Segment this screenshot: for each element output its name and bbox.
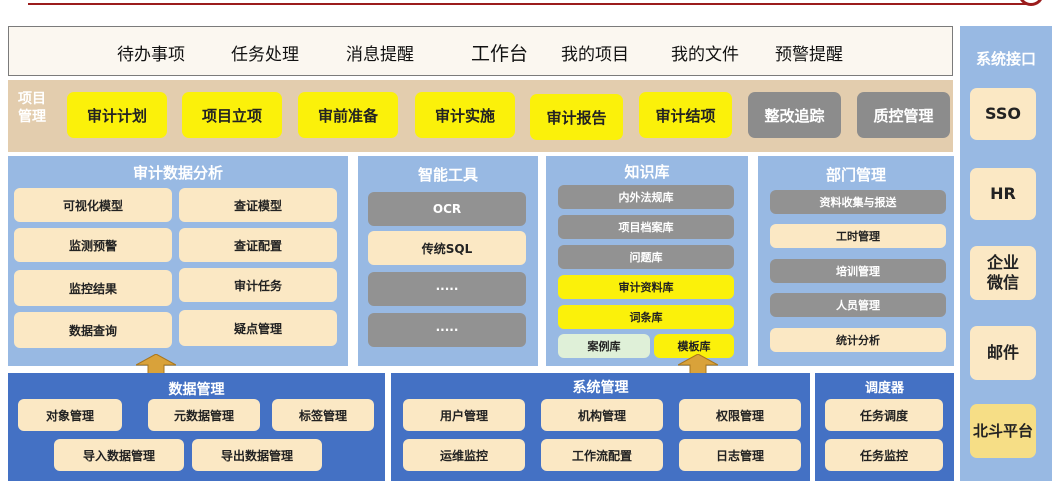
nav-my-projects[interactable]: 我的项目 bbox=[561, 27, 629, 77]
cell-monitoring-warning[interactable]: 监测预警 bbox=[14, 228, 172, 262]
tool-placeholder-2[interactable]: ····· bbox=[368, 313, 526, 347]
project-pre-audit-button[interactable]: 审前准备 bbox=[298, 92, 398, 138]
project-management-label-text: 项目 管理 bbox=[18, 91, 46, 125]
project-management-label: 项目 管理 bbox=[18, 90, 62, 126]
data-management-panel: 数据管理 对象管理 元数据管理 标签管理 导入数据管理 导出数据管理 bbox=[8, 373, 385, 481]
cell-suspicion-management[interactable]: 疑点管理 bbox=[179, 310, 337, 346]
scheduler-title: 调度器 bbox=[864, 381, 904, 396]
project-audit-report-button[interactable]: 审计报告 bbox=[530, 94, 623, 140]
dept-personnel[interactable]: 人员管理 bbox=[770, 293, 946, 317]
smart-tools-panel: 智能工具 OCR 传统SQL ····· ····· bbox=[358, 156, 538, 366]
cell-monitoring-results[interactable]: 监控结果 bbox=[14, 270, 172, 306]
dept-work-hours[interactable]: 工时管理 bbox=[770, 224, 946, 248]
project-management-band: 项目 管理 审计计划 项目立项 审前准备 审计实施 审计报告 审计结项 整改追踪… bbox=[8, 80, 953, 152]
interface-email[interactable]: 邮件 bbox=[970, 326, 1036, 380]
knowledge-base-title: 知识库 bbox=[624, 163, 670, 181]
kb-cases[interactable]: 案例库 bbox=[558, 334, 650, 358]
arrow-up-icon-2 bbox=[678, 354, 718, 374]
data-import-management[interactable]: 导入数据管理 bbox=[54, 439, 184, 471]
arrow-up-icon bbox=[136, 354, 176, 374]
scheduler-task-dispatch[interactable]: 任务调度 bbox=[825, 399, 943, 431]
data-object-management[interactable]: 对象管理 bbox=[18, 399, 122, 431]
kb-audit-materials[interactable]: 审计资料库 bbox=[558, 275, 734, 299]
project-rectification-button[interactable]: 整改追踪 bbox=[748, 92, 841, 138]
audit-data-analysis-panel: 审计数据分析 可视化模型 查证模型 监测预警 查证配置 监控结果 审计任务 数据… bbox=[8, 156, 348, 366]
data-export-management[interactable]: 导出数据管理 bbox=[192, 439, 322, 471]
project-initiation-button[interactable]: 项目立项 bbox=[182, 92, 282, 138]
scheduler-panel: 调度器 任务调度 任务监控 bbox=[815, 373, 954, 481]
knowledge-base-panel: 知识库 内外法规库 项目档案库 问题库 审计资料库 词条库 案例库 模板库 bbox=[546, 156, 748, 366]
smart-tools-title: 智能工具 bbox=[417, 166, 478, 184]
sys-ops-monitoring[interactable]: 运维监控 bbox=[403, 439, 525, 471]
sys-permission-management[interactable]: 权限管理 bbox=[679, 399, 801, 431]
tool-placeholder-1[interactable]: ····· bbox=[368, 272, 526, 306]
interface-wecom[interactable]: 企业 微信 bbox=[970, 246, 1036, 300]
interface-beidou-platform[interactable]: 北斗平台 bbox=[970, 404, 1036, 458]
nav-message-reminder[interactable]: 消息提醒 bbox=[346, 27, 414, 77]
department-management-panel: 部门管理 资料收集与报送 工时管理 培训管理 人员管理 统计分析 bbox=[758, 156, 954, 366]
system-interfaces-title: 系统接口 bbox=[975, 50, 1036, 68]
scheduler-task-monitor[interactable]: 任务监控 bbox=[825, 439, 943, 471]
data-tag-management[interactable]: 标签管理 bbox=[272, 399, 374, 431]
interface-sso[interactable]: SSO bbox=[970, 88, 1036, 140]
cell-verification-config[interactable]: 查证配置 bbox=[179, 228, 337, 262]
nav-early-warning[interactable]: 预警提醒 bbox=[775, 27, 843, 77]
cell-data-query[interactable]: 数据查询 bbox=[14, 312, 172, 348]
dept-data-collection[interactable]: 资料收集与报送 bbox=[770, 190, 946, 214]
dept-statistics[interactable]: 统计分析 bbox=[770, 328, 946, 352]
sys-workflow-config[interactable]: 工作流配置 bbox=[541, 439, 663, 471]
dept-training[interactable]: 培训管理 bbox=[770, 259, 946, 283]
system-management-panel: 系统管理 用户管理 机构管理 权限管理 运维监控 工作流配置 日志管理 bbox=[391, 373, 810, 481]
nav-workbench[interactable]: 工作台 bbox=[471, 27, 528, 77]
sys-log-management[interactable]: 日志管理 bbox=[679, 439, 801, 471]
cell-verification-model[interactable]: 查证模型 bbox=[179, 188, 337, 222]
kb-glossary[interactable]: 词条库 bbox=[558, 305, 734, 329]
data-management-title: 数据管理 bbox=[168, 382, 225, 398]
top-divider-line bbox=[28, 3, 1028, 5]
interface-hr[interactable]: HR bbox=[970, 168, 1036, 220]
top-logo-arc bbox=[1018, 0, 1044, 6]
project-implementation-button[interactable]: 审计实施 bbox=[415, 92, 515, 138]
tool-ocr[interactable]: OCR bbox=[368, 192, 526, 226]
kb-issues[interactable]: 问题库 bbox=[558, 245, 734, 269]
project-closure-button[interactable]: 审计结项 bbox=[639, 92, 732, 138]
sys-user-management[interactable]: 用户管理 bbox=[403, 399, 525, 431]
cell-visual-model[interactable]: 可视化模型 bbox=[14, 188, 172, 222]
department-management-title: 部门管理 bbox=[825, 166, 886, 184]
kb-project-archive[interactable]: 项目档案库 bbox=[558, 215, 734, 239]
nav-todo[interactable]: 待办事项 bbox=[117, 27, 185, 77]
project-audit-plan-button[interactable]: 审计计划 bbox=[67, 92, 167, 138]
kb-laws-regulations[interactable]: 内外法规库 bbox=[558, 185, 734, 209]
tool-traditional-sql[interactable]: 传统SQL bbox=[368, 231, 526, 265]
nav-task-processing[interactable]: 任务处理 bbox=[231, 27, 299, 77]
audit-data-analysis-title: 审计数据分析 bbox=[132, 164, 223, 182]
system-interfaces-column: 系统接口 SSO HR 企业 微信 邮件 北斗平台 bbox=[960, 26, 1052, 481]
data-metadata-management[interactable]: 元数据管理 bbox=[148, 399, 260, 431]
system-management-title: 系统管理 bbox=[572, 380, 629, 396]
cell-audit-task[interactable]: 审计任务 bbox=[179, 268, 337, 302]
top-nav-bar: 待办事项 任务处理 消息提醒 工作台 我的项目 我的文件 预警提醒 bbox=[8, 26, 953, 76]
project-quality-control-button[interactable]: 质控管理 bbox=[857, 92, 950, 138]
sys-org-management[interactable]: 机构管理 bbox=[541, 399, 663, 431]
nav-my-files[interactable]: 我的文件 bbox=[671, 27, 739, 77]
